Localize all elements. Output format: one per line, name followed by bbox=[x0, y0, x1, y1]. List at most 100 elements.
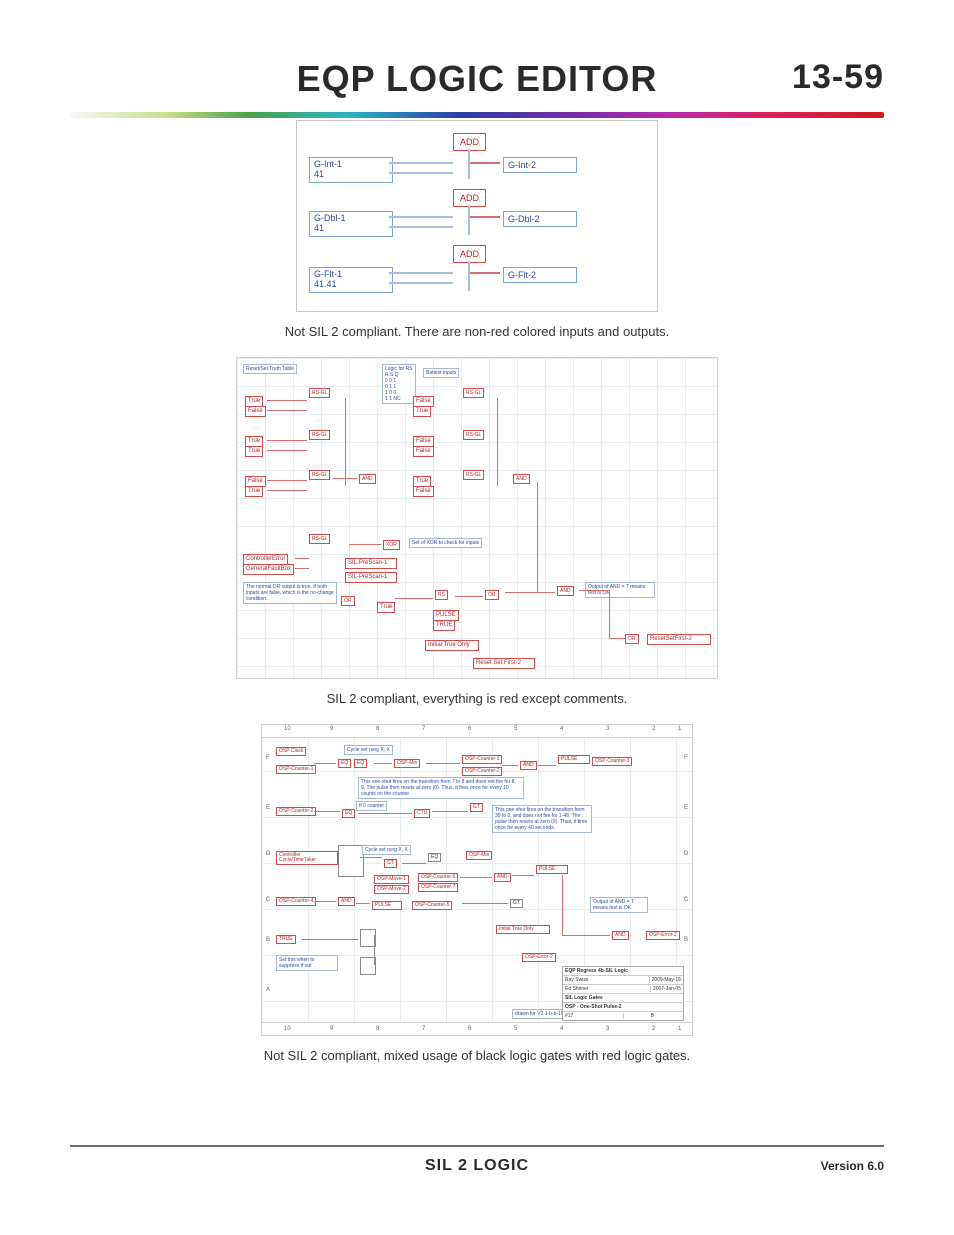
label-genfault: GeneralFaultBox bbox=[243, 564, 294, 575]
wire bbox=[468, 261, 470, 291]
gate-gt: GT bbox=[470, 803, 483, 812]
input-gint1-value: 41 bbox=[314, 170, 388, 180]
label-osptag2: OSP-Min bbox=[466, 851, 492, 860]
gate-pulse: PULSE bbox=[558, 755, 590, 764]
wire bbox=[395, 598, 433, 599]
wire bbox=[267, 440, 307, 441]
tick: 8 bbox=[376, 726, 379, 732]
footer-version: Version 6.0 bbox=[821, 1159, 884, 1173]
wire-black bbox=[360, 857, 382, 858]
truth-table: Logic for RS R S Q 0 0 1 0 1 1 1 0 0 1 1… bbox=[382, 364, 416, 404]
wire bbox=[295, 568, 309, 569]
figure-3: 10 9 8 7 6 5 4 3 2 1 10 9 8 7 6 5 4 3 2 bbox=[261, 724, 693, 1036]
label-if0: If 0 counter bbox=[356, 801, 387, 811]
tick: 6 bbox=[468, 726, 471, 732]
wire bbox=[579, 590, 609, 591]
label-initial: Initial True Only bbox=[496, 925, 550, 934]
label-prescan: SIL-PreScan-1 bbox=[345, 558, 397, 569]
input-gint1: G-Int-1 41 bbox=[309, 157, 393, 183]
label-ospmove: OSP-Move-1 bbox=[374, 875, 409, 884]
wire bbox=[426, 763, 460, 764]
label-ctrlerr: ControllerError bbox=[243, 554, 288, 565]
gate-rsgl: RS-GL bbox=[309, 430, 330, 440]
wire bbox=[314, 901, 336, 902]
label-false: False bbox=[245, 406, 266, 417]
gate-eq-black: EQ bbox=[428, 853, 441, 862]
gate-rsgl: RS-GL bbox=[309, 534, 330, 544]
label-true2: TRUE bbox=[433, 620, 455, 631]
wire bbox=[267, 480, 307, 481]
label-ospcounter4: OSP-Counter-4 bbox=[276, 897, 316, 906]
gate-rsgl: RS-GL bbox=[309, 388, 330, 398]
tick: 9 bbox=[330, 726, 333, 732]
wire bbox=[512, 875, 534, 876]
caption-1: Not SIL 2 compliant. There are non-red c… bbox=[70, 324, 884, 339]
wire bbox=[267, 410, 307, 411]
gate-or: OR bbox=[485, 590, 499, 600]
wire bbox=[267, 450, 307, 451]
gate-gt-black: GT bbox=[510, 899, 523, 908]
row-label: C bbox=[684, 897, 688, 903]
row-label: E bbox=[684, 805, 688, 811]
gate-rs: RS bbox=[435, 590, 448, 600]
label-true: True bbox=[245, 486, 263, 497]
tick: 5 bbox=[514, 726, 517, 732]
wire bbox=[609, 638, 625, 639]
wire-black bbox=[302, 939, 358, 940]
label-osptag: OSP-Min bbox=[394, 759, 420, 768]
gate-rsgl: RS-GL bbox=[463, 388, 484, 398]
gate-xor: XOR bbox=[383, 540, 400, 550]
label-false: False bbox=[413, 486, 434, 497]
note-andok: Output of AND = T means test is OK. bbox=[590, 897, 648, 913]
titleblock-line1: EQP Regress 4b-SIL Logic bbox=[563, 967, 683, 976]
truth-row: 1 1 NC bbox=[385, 396, 413, 402]
title-block: EQP Regress 4b-SIL Logic Ray Swiss2009-M… bbox=[562, 966, 684, 1021]
label-initial: Initial True Only bbox=[425, 640, 479, 651]
tick: 1 bbox=[678, 726, 681, 732]
tick: 2 bbox=[652, 1026, 655, 1032]
page-body: ADD G-Int-1 41 G-Int-2 ADD G-Dbl-1 41 G-… bbox=[70, 120, 884, 1135]
label-true: True bbox=[245, 436, 263, 447]
wire bbox=[470, 216, 500, 218]
ruler-top: 10 9 8 7 6 5 4 3 2 1 bbox=[262, 725, 692, 738]
tick: 5 bbox=[514, 1026, 517, 1032]
label-false: False bbox=[245, 476, 266, 487]
row-label: A bbox=[266, 987, 270, 993]
wire bbox=[455, 596, 483, 597]
figure-1: ADD G-Int-1 41 G-Int-2 ADD G-Dbl-1 41 G-… bbox=[296, 120, 658, 312]
note-suppress: Set this when to suppress if out bbox=[276, 955, 338, 971]
wire bbox=[538, 765, 556, 766]
gate-or: OR bbox=[625, 634, 639, 644]
wire bbox=[537, 482, 538, 592]
row-label: B bbox=[266, 937, 270, 943]
label-true: True bbox=[413, 476, 431, 487]
row-label: B bbox=[684, 937, 688, 943]
output-gdbl2: G-Dbl-2 bbox=[503, 211, 577, 227]
tick: 10 bbox=[284, 1026, 291, 1032]
wire bbox=[358, 813, 412, 814]
caption-2: SIL 2 compliant, everything is red excep… bbox=[70, 691, 884, 706]
label-ctrlcycle: Controller Cycle/TimeTaker bbox=[276, 851, 338, 865]
label-resetout: ResetSetFirst-2 bbox=[647, 634, 711, 645]
note-oneshot1: This one-shot fires on the transition fr… bbox=[358, 777, 524, 799]
titleblock-rev: #17 bbox=[565, 1013, 624, 1019]
wire bbox=[349, 544, 381, 545]
wire bbox=[374, 763, 392, 764]
tick: 7 bbox=[422, 1026, 425, 1032]
caption-3: Not SIL 2 compliant, mixed usage of blac… bbox=[70, 1048, 884, 1063]
wire-black bbox=[374, 935, 375, 965]
label-ospmove2: OSP-Move-2 bbox=[374, 885, 409, 894]
tick: 8 bbox=[376, 1026, 379, 1032]
tick: 3 bbox=[606, 1026, 609, 1032]
ruler-bottom: 10 9 8 7 6 5 4 3 2 1 bbox=[262, 1022, 692, 1035]
wire bbox=[460, 877, 492, 878]
wire bbox=[267, 490, 307, 491]
wire bbox=[470, 162, 500, 164]
input-gflt1-value: 41.41 bbox=[314, 280, 388, 290]
wire-black bbox=[462, 903, 508, 904]
label-false: False bbox=[413, 396, 434, 407]
wire bbox=[562, 935, 610, 936]
tick: 2 bbox=[652, 726, 655, 732]
gate-and: AND bbox=[338, 897, 355, 906]
gate-and: AND bbox=[494, 873, 511, 882]
